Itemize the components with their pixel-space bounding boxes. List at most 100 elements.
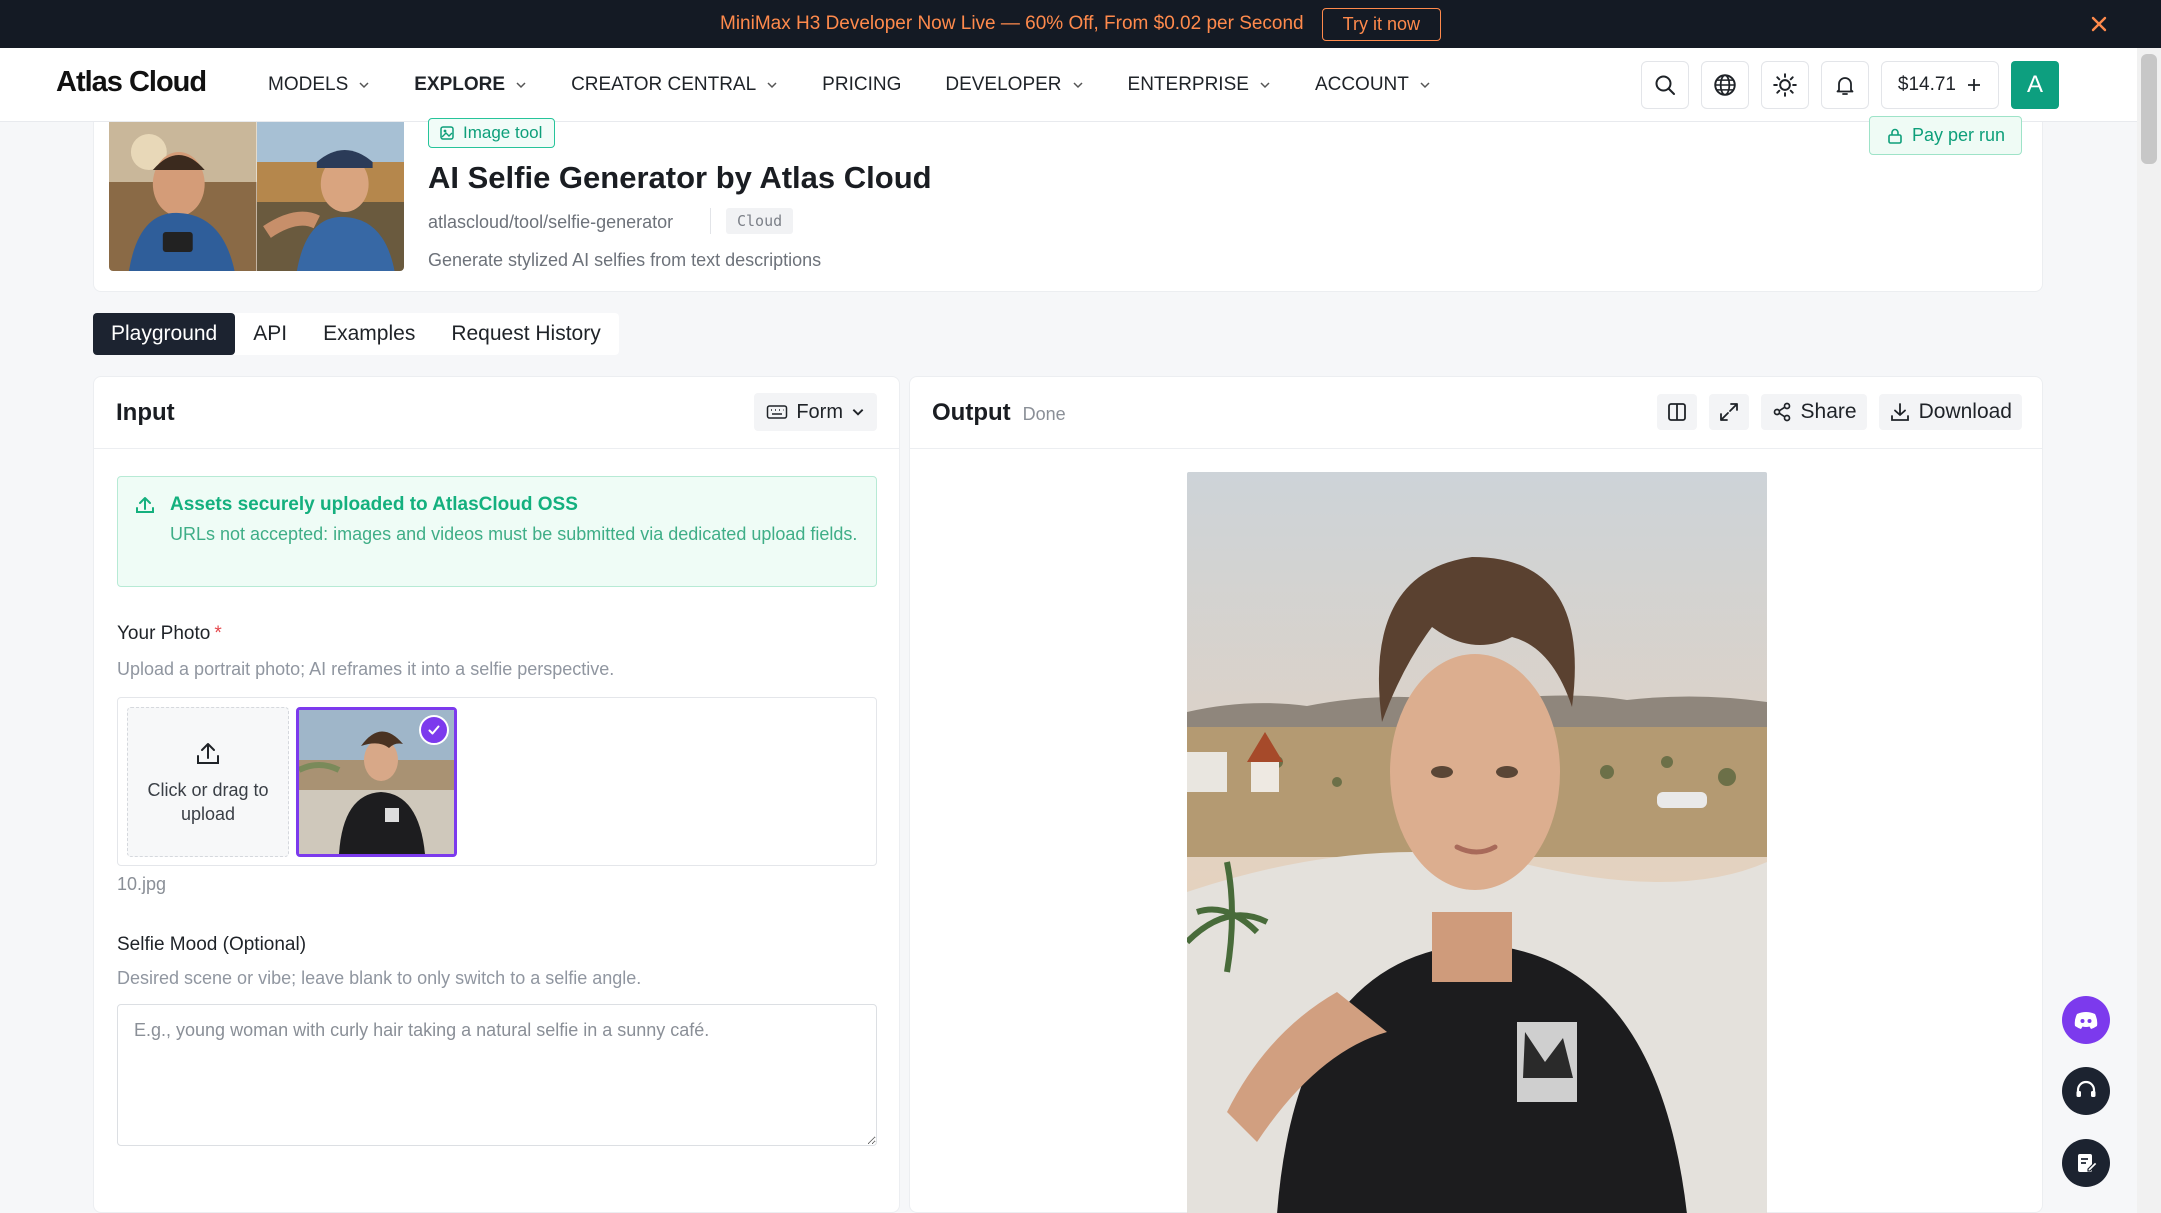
tab-playground[interactable]: Playground	[93, 313, 236, 355]
pay-per-run-label: Pay per run	[1911, 125, 2005, 145]
uploaded-photo-thumbnail[interactable]	[296, 707, 457, 857]
selfie-mood-hint: Desired scene or vibe; leave blank to on…	[117, 968, 642, 988]
selected-check-badge	[419, 715, 449, 745]
nav-actions: $14.71 A	[1640, 61, 2059, 109]
download-button[interactable]: Download	[1878, 394, 2022, 430]
menu-account[interactable]: ACCOUNT	[1315, 74, 1431, 96]
menu-creator-central[interactable]: CREATOR CENTRAL	[571, 74, 778, 96]
menu-enterprise[interactable]: ENTERPRISE	[1128, 74, 1271, 96]
scrollbar-thumb[interactable]	[2141, 54, 2157, 164]
chevron-down-icon	[852, 409, 864, 416]
globe-icon	[1714, 74, 1736, 96]
support-button[interactable]	[2062, 1067, 2110, 1115]
columns-icon	[1667, 403, 1686, 421]
form-mode-dropdown[interactable]: Form	[754, 393, 877, 431]
output-actions: Share Download	[1656, 394, 2022, 430]
output-panel-header: Output Done Share Download	[910, 377, 2042, 449]
theme-toggle-button[interactable]	[1760, 61, 1809, 109]
cloud-tag: Cloud	[726, 208, 794, 234]
menu-explore-label: EXPLORE	[414, 74, 506, 95]
search-button[interactable]	[1640, 61, 1689, 109]
notice-body: URLs not accepted: images and videos mus…	[170, 524, 858, 544]
close-icon[interactable]	[2087, 12, 2111, 36]
tab-api[interactable]: API	[235, 313, 305, 355]
promo-banner: MiniMax H3 Developer Now Live — 60% Off,…	[0, 0, 2161, 48]
notifications-button[interactable]	[1820, 61, 1869, 109]
chevron-down-icon	[359, 82, 369, 89]
generated-selfie-image	[1187, 472, 1767, 1213]
tab-bar: Playground API Examples Request History	[93, 313, 619, 355]
page-title: AI Selfie Generator by Atlas Cloud	[428, 160, 932, 195]
image-tool-label: Image tool	[463, 123, 543, 142]
discord-icon	[2074, 1012, 2098, 1029]
selfie-mood-input[interactable]	[117, 1004, 877, 1146]
upload-dropzone[interactable]: Click or drag to upload	[127, 707, 289, 857]
share-label: Share	[1800, 400, 1857, 423]
image-tool-badge: Image tool	[428, 118, 556, 148]
menu-pricing-label: PRICING	[822, 74, 902, 95]
bell-icon	[1836, 77, 1854, 95]
input-panel: Input Form Assets securely uploaded to A…	[93, 376, 900, 1213]
headset-icon	[2076, 1080, 2096, 1097]
output-image	[1187, 472, 1767, 1213]
tab-examples[interactable]: Examples	[305, 313, 433, 355]
discord-button[interactable]	[2062, 996, 2110, 1044]
upload-icon	[136, 497, 154, 513]
your-photo-hint: Upload a portrait photo; AI reframes it …	[117, 659, 615, 679]
menu-pricing[interactable]: PRICING	[822, 74, 901, 96]
thumbnail-image-left	[109, 122, 257, 271]
chevron-down-icon	[1260, 82, 1270, 89]
notice-title: Assets securely uploaded to AtlasCloud O…	[170, 494, 578, 515]
top-navbar: Atlas Cloud MODELS EXPLORE CREATOR CENTR…	[0, 48, 2161, 122]
menu-developer[interactable]: DEVELOPER	[945, 74, 1083, 96]
required-asterisk: *	[214, 623, 222, 644]
menu-developer-label: DEVELOPER	[945, 74, 1062, 95]
selfie-mood-label: Selfie Mood (Optional)	[117, 934, 307, 955]
fullscreen-button[interactable]	[1708, 394, 1749, 430]
upload-text: Click or drag to upload	[147, 780, 269, 824]
share-button[interactable]: Share	[1760, 394, 1867, 430]
upload-icon	[197, 743, 219, 764]
divider	[710, 208, 711, 234]
model-description: Generate stylized AI selfies from text d…	[428, 250, 822, 270]
try-it-now-button[interactable]: Try it now	[1321, 7, 1441, 41]
menu-models[interactable]: MODELS	[268, 74, 370, 96]
uploaded-file-name: 10.jpg	[117, 874, 167, 894]
page-scrollbar[interactable]	[2137, 48, 2161, 1213]
language-button[interactable]	[1700, 61, 1749, 109]
your-photo-label: Your Photo *	[117, 623, 222, 645]
split-view-button[interactable]	[1656, 394, 1697, 430]
menu-account-label: ACCOUNT	[1314, 74, 1409, 95]
chevron-down-icon	[767, 82, 777, 89]
menu-explore[interactable]: EXPLORE	[414, 74, 527, 96]
check-icon	[428, 725, 440, 735]
output-title: Output	[932, 398, 1011, 426]
model-thumbnail	[109, 122, 404, 271]
feedback-button[interactable]	[2062, 1139, 2110, 1187]
main-menu: MODELS EXPLORE CREATOR CENTRAL PRICING D…	[268, 48, 1431, 122]
expand-icon	[1719, 403, 1738, 421]
balance-button[interactable]: $14.71	[1880, 61, 1999, 109]
tab-request-history[interactable]: Request History	[433, 313, 618, 355]
plus-icon	[1968, 79, 1980, 91]
form-mode-label: Form	[796, 400, 843, 423]
model-id[interactable]: atlascloud/tool/selfie-generator	[428, 212, 673, 233]
output-panel: Output Done Share Download	[909, 376, 2043, 1213]
photo-upload-area: Click or drag to upload	[117, 697, 877, 866]
chevron-down-icon	[1420, 82, 1430, 89]
download-label: Download	[1918, 400, 2012, 423]
pay-per-run-badge: Pay per run	[1868, 116, 2022, 155]
menu-enterprise-label: ENTERPRISE	[1127, 74, 1249, 95]
download-icon	[1890, 403, 1909, 421]
balance-amount: $14.71	[1897, 74, 1956, 95]
input-title: Input	[116, 398, 175, 426]
share-icon	[1773, 402, 1790, 422]
lock-icon	[1888, 128, 1902, 144]
atlas-cloud-logo[interactable]: Atlas Cloud	[56, 66, 207, 99]
search-icon	[1655, 75, 1675, 95]
chevron-down-icon	[1072, 82, 1083, 89]
output-status: Done	[1022, 404, 1066, 424]
thumbnail-image-right	[256, 122, 404, 271]
user-avatar[interactable]: A	[2011, 61, 2059, 109]
your-photo-label-text: Your Photo	[117, 623, 211, 644]
